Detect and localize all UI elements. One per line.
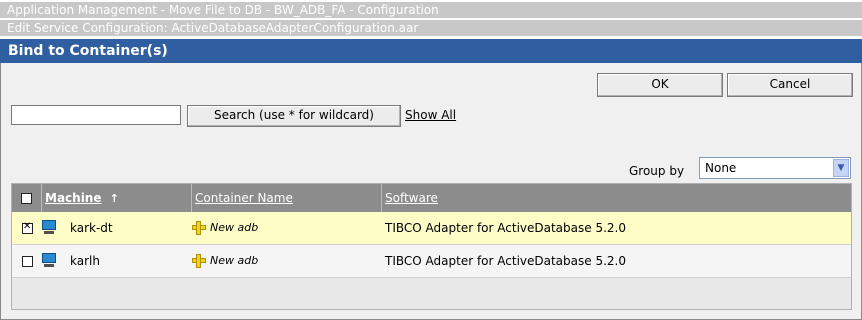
plus-icon <box>192 221 206 235</box>
group-by-select[interactable]: None ▼ <box>699 157 851 179</box>
container-name: New adb <box>210 254 259 267</box>
row-checkbox[interactable] <box>22 256 33 267</box>
chevron-down-icon[interactable]: ▼ <box>833 159 849 177</box>
select-all-checkbox[interactable] <box>21 193 32 204</box>
software-name: TIBCO Adapter for ActiveDatabase 5.2.0 <box>385 254 626 268</box>
column-header-machine-label: Machine <box>45 191 102 205</box>
search-button[interactable]: Search (use * for wildcard) <box>187 105 401 127</box>
group-by-selected-value: None <box>705 161 737 175</box>
search-input[interactable] <box>11 105 181 125</box>
monitor-icon <box>41 253 57 269</box>
machine-name: karlh <box>70 254 100 268</box>
software-name: TIBCO Adapter for ActiveDatabase 5.2.0 <box>385 221 626 235</box>
breadcrumb-edit-service-configuration: Edit Service Configuration: ActiveDataba… <box>0 20 862 36</box>
container-table: Machine ↑ Container Name Software kark-d… <box>11 183 852 310</box>
ok-button[interactable]: OK <box>597 73 723 97</box>
table-row[interactable]: kark-dt New adb TIBCO Adapter for Active… <box>12 212 851 245</box>
group-by-label: Group by <box>629 164 685 178</box>
row-checkbox[interactable] <box>22 221 33 234</box>
machine-name: kark-dt <box>70 221 113 235</box>
breadcrumb-application-management: Application Management - Move File to DB… <box>0 2 862 18</box>
header-select-all-cell <box>12 184 42 212</box>
cancel-button[interactable]: Cancel <box>727 73 853 97</box>
column-header-container-name[interactable]: Container Name <box>192 184 382 212</box>
show-all-link[interactable]: Show All <box>405 108 456 122</box>
bind-container-dialog: OK Cancel Search (use * for wildcard) Sh… <box>0 63 862 320</box>
column-header-software[interactable]: Software <box>382 184 851 212</box>
table-header: Machine ↑ Container Name Software <box>12 184 851 212</box>
plus-icon <box>192 254 206 268</box>
column-header-software-label: Software <box>385 191 438 205</box>
container-name: New adb <box>210 221 259 234</box>
column-header-machine[interactable]: Machine ↑ <box>42 184 192 212</box>
table-row[interactable]: karlh New adb TIBCO Adapter for ActiveDa… <box>12 245 851 278</box>
sort-ascending-icon: ↑ <box>109 192 119 205</box>
monitor-icon <box>41 220 57 236</box>
column-header-container-name-label: Container Name <box>195 191 293 205</box>
dialog-title: Bind to Container(s) <box>0 39 862 63</box>
